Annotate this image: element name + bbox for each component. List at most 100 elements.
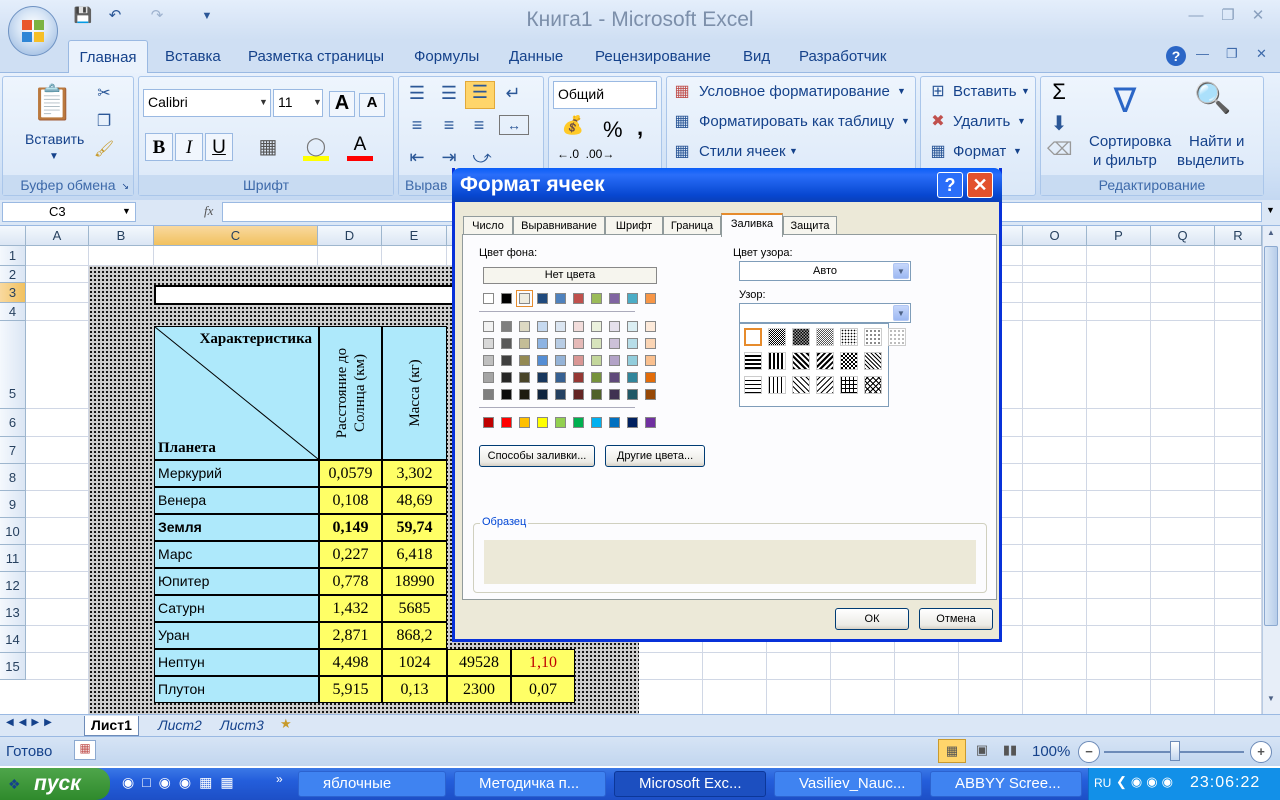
task-folder[interactable]: яблочные <box>298 771 446 797</box>
planet-name-cell[interactable]: Земля <box>154 514 319 541</box>
view-page-layout-icon[interactable]: ▣ <box>968 739 996 763</box>
decrease-indent-icon[interactable]: ⇤ <box>403 147 431 168</box>
format-painter-icon[interactable]: 🖌 <box>93 139 115 159</box>
color-swatch[interactable] <box>537 338 548 349</box>
pattern-option[interactable] <box>816 376 834 394</box>
color-swatch[interactable] <box>645 389 656 400</box>
color-swatch[interactable] <box>627 417 638 428</box>
language-indicator[interactable]: RU <box>1094 776 1111 790</box>
dialog-tab-border[interactable]: Граница <box>663 216 721 236</box>
tab-formulas[interactable]: Формулы <box>414 48 479 68</box>
color-swatch[interactable] <box>555 355 566 366</box>
column-header[interactable]: D <box>318 226 382 246</box>
currency-icon[interactable]: 💰 <box>555 115 591 136</box>
color-swatch[interactable] <box>555 338 566 349</box>
align-left-icon[interactable]: ≡ <box>403 115 431 136</box>
scroll-up-icon[interactable]: ▲ <box>1264 228 1278 244</box>
task-vasiliev[interactable]: Vasiliev_Nauc... <box>774 771 922 797</box>
dialog-close-icon[interactable]: ✕ <box>967 172 993 198</box>
format-as-table-dropdown-icon[interactable]: ▼ <box>901 116 910 126</box>
font-color-icon[interactable]: A <box>347 133 373 161</box>
tab-review[interactable]: Рецензирование <box>595 48 711 68</box>
color-swatch[interactable] <box>483 338 494 349</box>
color-swatch[interactable] <box>627 372 638 383</box>
increase-indent-icon[interactable]: ⇥ <box>435 147 463 168</box>
color-swatch[interactable] <box>501 389 512 400</box>
conditional-format-button[interactable]: Условное форматирование <box>699 83 890 100</box>
mass-cell[interactable]: 18990 <box>382 568 447 595</box>
color-swatch[interactable] <box>591 338 602 349</box>
color-swatch[interactable] <box>483 389 494 400</box>
italic-button[interactable]: I <box>175 133 203 161</box>
name-box-dropdown-icon[interactable]: ▼ <box>122 206 131 216</box>
zoom-level[interactable]: 100% <box>1032 743 1070 760</box>
color-swatch[interactable] <box>519 389 530 400</box>
color-swatch[interactable] <box>645 338 656 349</box>
dialog-tab-fill[interactable]: Заливка <box>721 213 783 237</box>
color-swatch[interactable] <box>645 293 656 304</box>
mass-cell[interactable]: 6,418 <box>382 541 447 568</box>
paste-button[interactable]: Вставить <box>25 131 84 147</box>
copy-icon[interactable]: ❐ <box>93 111 115 131</box>
row-header[interactable]: 4 <box>0 303 26 321</box>
zoom-slider-thumb[interactable] <box>1170 741 1180 761</box>
color-swatch[interactable] <box>645 417 656 428</box>
shrink-font-icon[interactable]: A <box>359 93 385 117</box>
format-cells-button[interactable]: Формат <box>953 143 1006 160</box>
color-swatch[interactable] <box>627 293 638 304</box>
color-swatch[interactable] <box>645 321 656 332</box>
row-header[interactable]: 10 <box>0 518 26 545</box>
percent-button[interactable]: % <box>603 117 623 143</box>
pattern-option[interactable] <box>768 328 786 346</box>
pattern-option[interactable] <box>816 328 834 346</box>
color-swatch[interactable] <box>555 389 566 400</box>
font-family-dropdown-icon[interactable]: ▼ <box>259 97 268 107</box>
color-swatch[interactable] <box>501 372 512 383</box>
pattern-option[interactable] <box>792 352 810 370</box>
tab-page-layout[interactable]: Разметка страницы <box>248 48 384 68</box>
row-header[interactable]: 1 <box>0 246 26 266</box>
color-swatch[interactable] <box>501 321 512 332</box>
clipboard-launcher-icon[interactable]: ↘ <box>121 181 129 192</box>
cell-styles-button[interactable]: Стили ячеек <box>699 143 786 160</box>
value-cell-f[interactable]: 2300 <box>447 676 511 703</box>
view-normal-icon[interactable]: ▦ <box>938 739 966 763</box>
color-swatch[interactable] <box>591 372 602 383</box>
pattern-option[interactable] <box>840 376 858 394</box>
font-size-dropdown-icon[interactable]: ▼ <box>313 97 322 107</box>
distance-cell[interactable]: 0,108 <box>319 487 382 514</box>
row-header[interactable]: 13 <box>0 599 26 626</box>
pattern-option[interactable] <box>744 328 762 346</box>
cancel-button[interactable]: Отмена <box>919 608 993 630</box>
pattern-option[interactable] <box>864 328 882 346</box>
mass-cell[interactable]: 3,302 <box>382 460 447 487</box>
scroll-thumb[interactable] <box>1264 246 1278 626</box>
quick-launch-more-icon[interactable]: » <box>276 772 283 786</box>
minimize-icon[interactable]: — <box>1184 6 1208 26</box>
increase-decimal-icon[interactable]: ←.0 <box>553 147 583 161</box>
mass-cell[interactable]: 0,13 <box>382 676 447 703</box>
color-swatch[interactable] <box>609 389 620 400</box>
ribbon-minimize-icon[interactable]: — <box>1196 46 1209 61</box>
row-header[interactable]: 14 <box>0 626 26 653</box>
align-bottom-icon[interactable]: ☰ <box>465 81 495 109</box>
color-swatch[interactable] <box>483 355 494 366</box>
value-cell-f[interactable]: 49528 <box>447 649 511 676</box>
pattern-color-dropdown-icon[interactable]: ▼ <box>893 263 909 279</box>
grow-font-icon[interactable]: A <box>329 91 355 117</box>
office-button[interactable] <box>8 6 58 56</box>
font-family-box[interactable]: Calibri <box>143 89 271 117</box>
dialog-tab-protection[interactable]: Защита <box>783 216 837 236</box>
planet-name-cell[interactable]: Юпитер <box>154 568 319 595</box>
pattern-option[interactable] <box>792 328 810 346</box>
task-word[interactable]: Методичка п... <box>454 771 606 797</box>
header-diagonal-cell[interactable]: Характеристика Планета <box>154 326 319 460</box>
row-header[interactable]: 2 <box>0 266 26 283</box>
mass-cell[interactable]: 1024 <box>382 649 447 676</box>
color-swatch[interactable] <box>555 417 566 428</box>
task-excel[interactable]: Microsoft Exc... <box>614 771 766 797</box>
color-swatch[interactable] <box>627 355 638 366</box>
planet-name-cell[interactable]: Марс <box>154 541 319 568</box>
sheet-tab-3[interactable]: Лист3 <box>214 716 270 736</box>
pattern-option[interactable] <box>840 352 858 370</box>
